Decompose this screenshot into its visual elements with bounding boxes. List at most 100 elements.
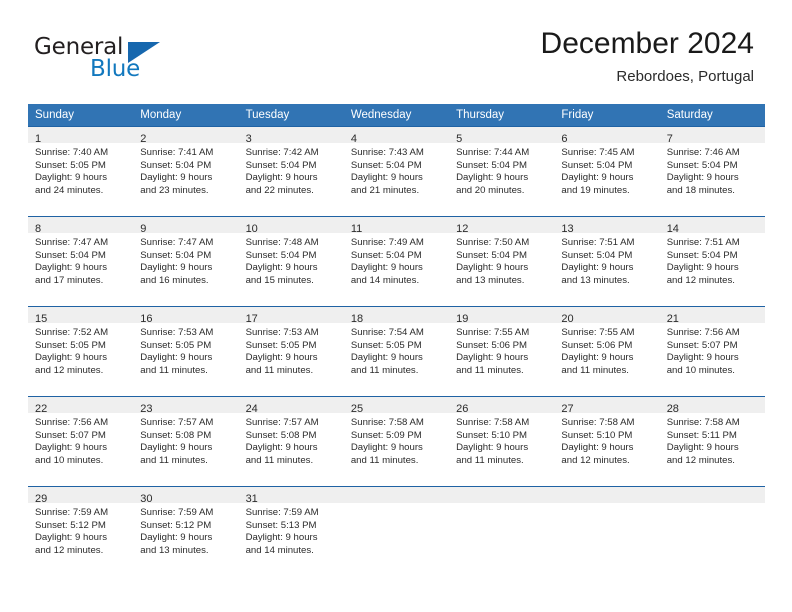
day-number: 30 [140, 493, 153, 505]
day-number-band: 9 [133, 217, 239, 235]
day-cell-details: Sunrise: 7:51 AM Sunset: 5:04 PM Daylight:… [554, 233, 659, 287]
calendar-day-cell[interactable]: 26 Sunrise: 7:58 AM Sunset: 5:10 PM Dayligh… [449, 396, 555, 478]
calendar-day-cell[interactable]: 14 Sunrise: 7:51 AM Sunset: 5:04 PM Dayligh… [659, 216, 765, 298]
day-number: 18 [350, 313, 364, 325]
calendar-day-cell[interactable]: 18 Sunrise: 7:54 AM Sunset: 5:05 PM Dayligh… [343, 306, 450, 388]
day-number: 14 [666, 223, 679, 235]
daylight-text-line2: and 12 minutes. [35, 544, 104, 556]
day-number-band: 23 [133, 397, 239, 415]
sunset-text: Sunset: 5:04 PM [35, 249, 106, 261]
calendar-day-cell[interactable]: 16 Sunrise: 7:53 AM Sunset: 5:05 PM Dayligh… [133, 306, 239, 388]
calendar-day-cell[interactable]: 27 Sunrise: 7:58 AM Sunset: 5:10 PM Dayligh… [554, 396, 660, 478]
day-cell-details: Sunrise: 7:53 AM Sunset: 5:05 PM Daylight:… [239, 323, 344, 377]
day-cell-details: Sunrise: 7:47 AM Sunset: 5:04 PM Daylight:… [28, 233, 133, 287]
day-number: 11 [350, 223, 363, 235]
calendar-day-cell[interactable]: 23 Sunrise: 7:57 AM Sunset: 5:08 PM Dayligh… [133, 396, 239, 478]
day-cell-inner: 31 Sunrise: 7:59 AM Sunset: 5:13 PM Dayligh… [238, 486, 344, 568]
day-number-band: 27 [554, 397, 660, 415]
calendar-day-cell[interactable]: 29 Sunrise: 7:59 AM Sunset: 5:12 PM Dayligh… [28, 486, 134, 568]
week-spacer [28, 208, 765, 216]
daylight-text-line1: Daylight: 9 hours [245, 442, 318, 454]
sunset-text: Sunset: 5:07 PM [35, 429, 106, 441]
day-cell-inner: 11 Sunrise: 7:49 AM Sunset: 5:04 PM Dayligh… [343, 216, 450, 298]
sunset-text: Sunset: 5:04 PM [561, 159, 633, 171]
daylight-text-line2: and 13 minutes. [140, 544, 209, 556]
daylight-text-line1: Daylight: 9 hours [245, 172, 318, 184]
sunrise-text: Sunrise: 7:59 AM [245, 507, 319, 518]
day-number: 20 [561, 313, 574, 325]
day-cell-inner: 24 Sunrise: 7:57 AM Sunset: 5:08 PM Dayligh… [238, 396, 344, 478]
calendar-day-cell[interactable]: 9 Sunrise: 7:47 AM Sunset: 5:04 PM Daylight… [133, 216, 239, 298]
day-cell-details [554, 503, 659, 507]
calendar-day-cell[interactable]: 3 Sunrise: 7:42 AM Sunset: 5:04 PM Daylight… [238, 126, 344, 208]
calendar-day-cell[interactable]: 2 Sunrise: 7:41 AM Sunset: 5:04 PM Daylight… [133, 126, 239, 208]
day-cell-inner [659, 486, 765, 568]
daylight-text-line2: and 18 minutes. [666, 184, 735, 196]
sunrise-text: Sunrise: 7:41 AM [140, 147, 214, 158]
calendar-day-cell[interactable]: 4 Sunrise: 7:43 AM Sunset: 5:04 PM Daylight… [343, 126, 450, 208]
sunset-text: Sunset: 5:09 PM [350, 429, 422, 441]
daylight-text-line2: and 11 minutes. [561, 364, 629, 376]
calendar-day-cell[interactable]: 10 Sunrise: 7:48 AM Sunset: 5:04 PM Dayligh… [238, 216, 344, 298]
day-number-band: 20 [554, 307, 660, 325]
day-number-band: 10 [238, 217, 344, 235]
daylight-text-line1: Daylight: 9 hours [140, 172, 213, 184]
calendar-day-cell[interactable]: 7 Sunrise: 7:46 AM Sunset: 5:04 PM Daylight… [659, 126, 765, 208]
calendar-header-row: Sunday Monday Tuesday Wednesday Thursday… [28, 104, 765, 126]
sunset-text: Sunset: 5:04 PM [245, 159, 317, 171]
day-cell-details: Sunrise: 7:51 AM Sunset: 5:04 PM Daylight:… [660, 233, 765, 287]
calendar-day-cell[interactable]: 31 Sunrise: 7:59 AM Sunset: 5:13 PM Dayligh… [238, 486, 344, 568]
week-spacer-cell [28, 298, 765, 306]
weekday-header-monday: Monday [133, 104, 239, 126]
sunset-text: Sunset: 5:04 PM [350, 159, 422, 171]
sunrise-text: Sunrise: 7:57 AM [140, 417, 214, 428]
week-spacer [28, 298, 765, 306]
sunset-text: Sunset: 5:13 PM [245, 519, 317, 531]
week-spacer [28, 478, 765, 486]
daylight-text-line1: Daylight: 9 hours [666, 442, 739, 454]
day-cell-inner: 7 Sunrise: 7:46 AM Sunset: 5:04 PM Daylight… [659, 126, 765, 208]
daylight-text-line2: and 24 minutes. [35, 184, 104, 196]
calendar-week-row: 22 Sunrise: 7:56 AM Sunset: 5:07 PM Dayligh… [28, 396, 765, 478]
day-number-band: 5 [449, 127, 555, 145]
calendar-day-cell[interactable]: 22 Sunrise: 7:56 AM Sunset: 5:07 PM Dayligh… [28, 396, 134, 478]
daylight-text-line2: and 11 minutes. [140, 454, 208, 466]
calendar-day-cell[interactable]: 24 Sunrise: 7:57 AM Sunset: 5:08 PM Dayligh… [238, 396, 344, 478]
daylight-text-line2: and 17 minutes. [35, 274, 104, 286]
day-cell-details: Sunrise: 7:54 AM Sunset: 5:05 PM Daylight:… [344, 323, 449, 377]
day-cell-inner [554, 486, 660, 568]
daylight-text-line2: and 21 minutes. [350, 184, 420, 196]
day-cell-inner: 17 Sunrise: 7:53 AM Sunset: 5:05 PM Dayligh… [238, 306, 344, 388]
calendar-day-cell[interactable]: 25 Sunrise: 7:58 AM Sunset: 5:09 PM Dayligh… [343, 396, 450, 478]
sunset-text: Sunset: 5:05 PM [140, 339, 212, 351]
day-cell-inner: 8 Sunrise: 7:47 AM Sunset: 5:04 PM Daylight… [28, 216, 134, 298]
sunset-text: Sunset: 5:08 PM [245, 429, 317, 441]
sunset-text: Sunset: 5:05 PM [35, 339, 106, 351]
day-number-band: 24 [238, 397, 344, 415]
calendar-day-cell[interactable]: 6 Sunrise: 7:45 AM Sunset: 5:04 PM Daylight… [554, 126, 660, 208]
day-cell-inner: 30 Sunrise: 7:59 AM Sunset: 5:12 PM Dayligh… [133, 486, 239, 568]
day-cell-details [660, 503, 765, 507]
calendar-day-cell[interactable]: 12 Sunrise: 7:50 AM Sunset: 5:04 PM Dayligh… [449, 216, 555, 298]
calendar-day-cell[interactable]: 15 Sunrise: 7:52 AM Sunset: 5:05 PM Dayligh… [28, 306, 134, 388]
calendar-day-cell[interactable]: 5 Sunrise: 7:44 AM Sunset: 5:04 PM Daylight… [449, 126, 555, 208]
calendar-day-cell[interactable]: 19 Sunrise: 7:55 AM Sunset: 5:06 PM Dayligh… [449, 306, 555, 388]
day-number: 31 [245, 493, 258, 505]
sunset-text: Sunset: 5:04 PM [456, 249, 528, 261]
calendar-day-cell[interactable]: 28 Sunrise: 7:58 AM Sunset: 5:11 PM Dayligh… [659, 396, 765, 478]
calendar-day-cell[interactable]: 20 Sunrise: 7:55 AM Sunset: 5:06 PM Dayligh… [554, 306, 660, 388]
weekday-header-tuesday: Tuesday [238, 104, 344, 126]
daylight-text-line2: and 12 minutes. [35, 364, 104, 376]
calendar-day-cell[interactable]: 17 Sunrise: 7:53 AM Sunset: 5:05 PM Dayligh… [238, 306, 344, 388]
day-number: 7 [666, 133, 673, 145]
calendar-empty-cell [343, 486, 450, 568]
calendar-day-cell[interactable]: 13 Sunrise: 7:51 AM Sunset: 5:04 PM Dayligh… [554, 216, 660, 298]
calendar-day-cell[interactable]: 21 Sunrise: 7:56 AM Sunset: 5:07 PM Dayligh… [659, 306, 765, 388]
calendar-day-cell[interactable]: 30 Sunrise: 7:59 AM Sunset: 5:12 PM Dayligh… [133, 486, 239, 568]
calendar-day-cell[interactable]: 1 Sunrise: 7:40 AM Sunset: 5:05 PM Daylight… [28, 126, 134, 208]
day-cell-details: Sunrise: 7:58 AM Sunset: 5:11 PM Daylight:… [660, 413, 765, 467]
calendar-day-cell[interactable]: 11 Sunrise: 7:49 AM Sunset: 5:04 PM Dayligh… [343, 216, 450, 298]
day-number: 6 [561, 133, 568, 145]
sunset-text: Sunset: 5:12 PM [140, 519, 212, 531]
calendar-day-cell[interactable]: 8 Sunrise: 7:47 AM Sunset: 5:04 PM Daylight… [28, 216, 134, 298]
